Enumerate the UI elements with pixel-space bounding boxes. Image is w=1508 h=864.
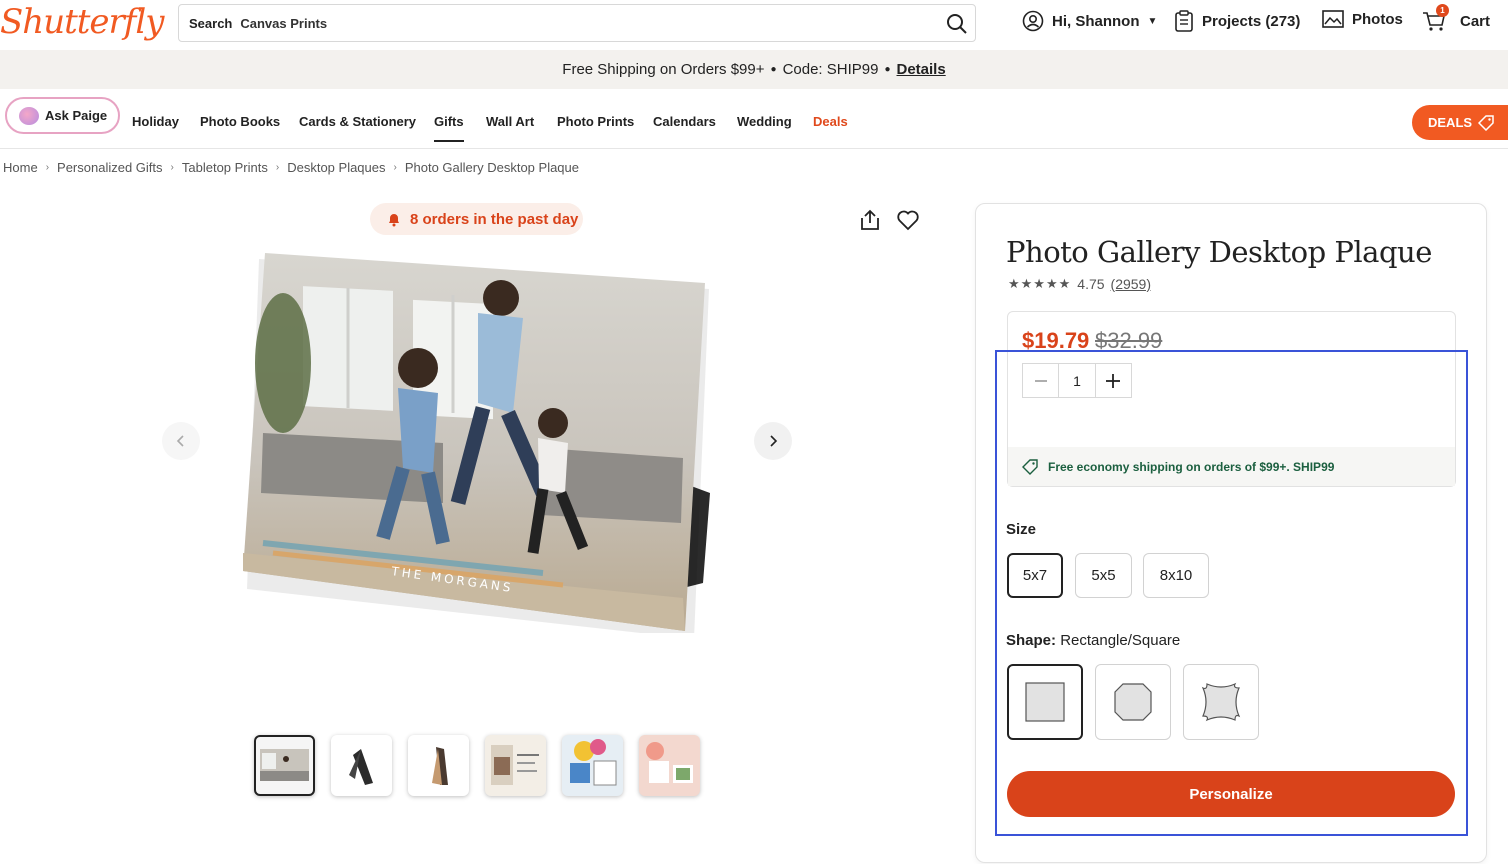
cart-link[interactable]: 1 Cart [1422,4,1491,32]
thumbnail-2[interactable] [331,735,392,796]
breadcrumb-desktop-plaques[interactable]: Desktop Plaques [287,160,385,175]
nav-item-cards-stationery[interactable]: Cards & Stationery [299,114,416,129]
photo-icon [1322,10,1344,28]
search-label: Search [189,15,233,31]
breadcrumb-personalized-gifts[interactable]: Personalized Gifts [57,160,163,175]
nav-item-deals[interactable]: Deals [813,114,848,129]
projects-label: Projects (273) [1202,12,1301,30]
nav-item-gifts[interactable]: Gifts [434,114,464,142]
nav-item-holiday[interactable]: Holiday [132,114,179,129]
photos-link[interactable]: Photos [1322,10,1403,28]
search-input[interactable]: Canvas Prints [240,16,327,31]
search-icon[interactable] [945,12,969,36]
tag-icon [1478,114,1494,131]
thumbnail-5[interactable] [562,735,623,796]
nav-item-photo-prints[interactable]: Photo Prints [557,114,634,129]
reviews-link[interactable]: (2959) [1111,276,1151,292]
bullet: ● [770,64,777,75]
nav-item-wall-art[interactable]: Wall Art [486,114,534,129]
promo-bar: Free Shipping on Orders $99+ ● Code: SHI… [0,50,1508,89]
deals-button-label: DEALS [1428,115,1473,130]
breadcrumb-separator: › [170,162,174,173]
main-nav: Ask Paige Holiday Photo Books Cards & St… [0,89,1508,149]
star-rating-icon: ★★★★★ [1008,276,1072,291]
favorite-heart-icon[interactable] [896,208,920,232]
deals-button[interactable]: DEALS [1412,105,1508,140]
rating-value: 4.75 [1077,276,1105,292]
thumbnail-4[interactable] [485,735,546,796]
user-icon [1022,10,1044,32]
share-icon[interactable] [858,208,882,232]
header: Shutterfly Search Canvas Prints Hi, Shan… [0,0,1508,50]
product-rating: ★★★★★ 4.75 (2959) [1008,276,1151,292]
ask-paige-label: Ask Paige [45,108,108,123]
gallery-prev-button[interactable] [162,422,200,460]
breadcrumb-home[interactable]: Home [3,160,38,175]
cart-badge: 1 [1436,4,1449,17]
gallery-next-button[interactable] [754,422,792,460]
product-photo-plaque: THE MORGANS [243,253,710,633]
nav-item-calendars[interactable]: Calendars [653,114,716,129]
chevron-down-icon: ▼ [1147,15,1158,27]
nav-item-wedding[interactable]: Wedding [737,114,792,129]
nav-item-photo-books[interactable]: Photo Books [200,114,280,129]
chevron-left-icon [176,435,184,447]
highlight-box [995,350,1468,836]
photos-label: Photos [1352,10,1403,28]
projects-link[interactable]: Projects (273) [1174,10,1300,32]
ask-paige-button[interactable]: Ask Paige [5,97,120,134]
breadcrumb-separator: › [393,162,397,173]
paige-icon [19,106,39,125]
thumbnail-6[interactable] [639,735,700,796]
breadcrumb-separator: › [275,162,280,173]
thumbnail-1[interactable] [254,735,315,796]
account-menu[interactable]: Hi, Shannon ▼ [1022,10,1157,32]
clipboard-icon [1175,10,1193,32]
bullet: ● [884,64,891,75]
search-bar[interactable]: Search Canvas Prints [178,4,976,42]
thumbnail-3[interactable] [408,735,469,796]
promo-text: Free Shipping on Orders $99+ [562,61,765,78]
greeting-label: Hi, Shannon [1052,12,1140,30]
breadcrumb-separator: › [45,162,50,173]
thumbnail-strip [254,735,700,796]
shutterfly-logo[interactable]: Shutterfly [0,2,164,42]
orders-badge: 8 orders in the past day [370,203,583,235]
promo-details-link[interactable]: Details [897,61,946,78]
chevron-right-icon [770,435,778,447]
promo-code: Code: SHIP99 [782,61,879,78]
cart-icon: 1 [1422,4,1449,32]
breadcrumb-tabletop-prints[interactable]: Tabletop Prints [182,160,268,175]
product-title: Photo Gallery Desktop Plaque [1006,235,1432,269]
breadcrumb: Home › Personalized Gifts › Tabletop Pri… [3,160,579,175]
orders-badge-text: 8 orders in the past day [410,210,579,228]
breadcrumb-current: Photo Gallery Desktop Plaque [404,160,579,175]
cart-label: Cart [1460,12,1491,30]
bell-icon [389,214,399,227]
